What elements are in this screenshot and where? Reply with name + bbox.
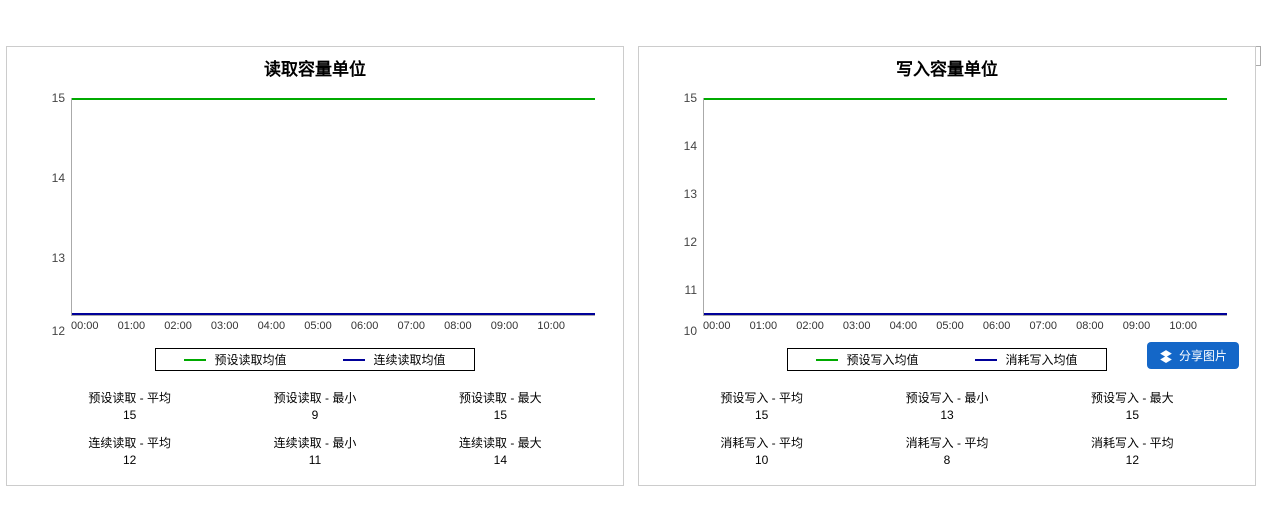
stat-cell: 消耗写入 - 平均12 [1040,434,1225,467]
stat-cell: 预设写入 - 最小13 [854,389,1039,422]
stat-cell: 预设读取 - 最小9 [222,389,407,422]
panel-title: 写入容量单位 [639,55,1255,80]
xtick: 10:00 [537,320,565,338]
xtick: 06:00 [351,320,379,338]
plot-area [703,98,1227,316]
stat-cell: 连续读取 - 最大14 [408,434,593,467]
xtick: 03:00 [211,320,239,338]
stat-cell: 连续读取 - 平均12 [37,434,222,467]
stats-grid: 预设写入 - 平均15 预设写入 - 最小13 预设写入 - 最大15 消耗写入… [669,389,1225,467]
legend-item: 预设写入均值 [788,349,947,370]
legend-label: 预设写入均值 [846,351,918,368]
ytick: 13 [673,187,697,201]
xtick: 05:00 [304,320,332,338]
legend: 预设写入均值 消耗写入均值 [787,348,1107,371]
ytick: 12 [673,235,697,249]
ytick: 14 [673,139,697,153]
read-capacity-panel: 读取容量单位 15 14 13 12 00:00 01:00 02:00 03:… [6,46,624,486]
legend-item: 预设读取均值 [156,349,315,370]
xtick: 07:00 [1029,320,1057,338]
xtick: 06:00 [983,320,1011,338]
stat-cell: 预设读取 - 平均15 [37,389,222,422]
xtick: 03:00 [843,320,871,338]
ytick: 15 [673,91,697,105]
xtick: 08:00 [444,320,472,338]
ytick: 13 [41,251,65,265]
legend-item: 消耗写入均值 [947,349,1106,370]
layers-icon [1159,349,1173,363]
write-capacity-panel: 写入容量单位 15 14 13 12 11 10 00:00 01:00 02:… [638,46,1256,486]
legend: 预设读取均值 连续读取均值 [155,348,475,371]
xtick: 07:00 [397,320,425,338]
series-line-preset-read [72,98,595,100]
legend-swatch-icon [816,359,838,361]
panels-row: 读取容量单位 15 14 13 12 00:00 01:00 02:00 03:… [0,0,1263,486]
stat-cell: 消耗写入 - 平均8 [854,434,1039,467]
legend-swatch-icon [343,359,365,361]
stat-cell: 预设写入 - 平均15 [669,389,854,422]
xtick: 00:00 [703,320,731,338]
share-image-button[interactable]: 分享图片 [1147,342,1239,369]
series-line-cont-read [72,313,595,315]
stat-cell: 连续读取 - 最小11 [222,434,407,467]
read-chart: 15 14 13 12 00:00 01:00 02:00 03:00 04:0… [41,98,595,338]
x-axis-labels: 00:00 01:00 02:00 03:00 04:00 05:00 06:0… [703,320,1227,338]
xtick: 01:00 [750,320,778,338]
series-line-preset-write [704,98,1227,100]
plot-area [71,98,595,316]
legend-label: 消耗写入均值 [1005,351,1077,368]
xtick: 04:00 [258,320,286,338]
share-button-label: 分享图片 [1179,347,1227,364]
xtick: 09:00 [1123,320,1151,338]
xtick: 04:00 [890,320,918,338]
stat-cell: 消耗写入 - 平均10 [669,434,854,467]
x-axis-labels: 00:00 01:00 02:00 03:00 04:00 05:00 06:0… [71,320,595,338]
ytick: 10 [673,324,697,338]
legend-label: 连续读取均值 [373,351,445,368]
write-chart: 15 14 13 12 11 10 00:00 01:00 02:00 03:0… [673,98,1227,338]
stat-cell: 预设读取 - 最大15 [408,389,593,422]
ytick: 14 [41,171,65,185]
xtick: 08:00 [1076,320,1104,338]
xtick: 09:00 [491,320,519,338]
xtick: 01:00 [118,320,146,338]
xtick: 00:00 [71,320,99,338]
xtick: 02:00 [164,320,192,338]
stats-grid: 预设读取 - 平均15 预设读取 - 最小9 预设读取 - 最大15 连续读取 … [37,389,593,467]
ytick: 11 [673,283,697,297]
xtick: 10:00 [1169,320,1197,338]
ytick: 15 [41,91,65,105]
legend-label: 预设读取均值 [214,351,286,368]
legend-swatch-icon [975,359,997,361]
xtick: 02:00 [796,320,824,338]
panel-title: 读取容量单位 [7,55,623,80]
xtick: 05:00 [936,320,964,338]
series-line-consumed-write [704,313,1227,315]
legend-swatch-icon [184,359,206,361]
legend-item: 连续读取均值 [315,349,474,370]
ytick: 12 [41,324,65,338]
stat-cell: 预设写入 - 最大15 [1040,389,1225,422]
